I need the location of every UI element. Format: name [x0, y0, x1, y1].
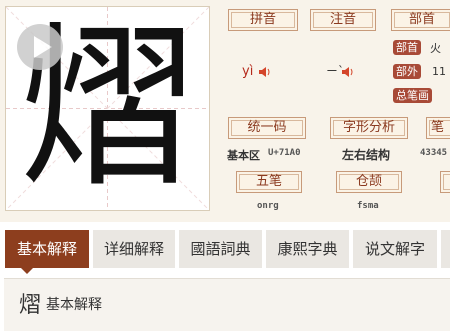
tab-shuowen[interactable]: 说文解字 — [353, 230, 437, 268]
speaker-icon[interactable] — [259, 67, 271, 77]
tab-detailed[interactable]: 详细解释 — [93, 230, 175, 268]
structure-label: 字形分析 — [330, 117, 408, 139]
pinyin-value: yì — [242, 64, 254, 79]
radical-label: 部首 — [391, 9, 450, 31]
tab-kangxi-dictionary[interactable]: 康熙字典 — [266, 230, 349, 268]
unicode-block: 基本区 — [227, 149, 260, 162]
stroke-order-label: 笔 — [426, 117, 450, 139]
pinyin-label: 拼音 — [228, 9, 298, 31]
cangjie-label: 仓颉 — [336, 171, 402, 193]
wubi-label: 五笔 — [236, 171, 302, 193]
stroke-order-value: 43345 — [420, 148, 448, 158]
speaker-icon[interactable] — [342, 67, 354, 77]
tab-bar: 基本解释 详细解释 國語詞典 康熙字典 说文解字 — [0, 222, 450, 275]
wubi-value: onrg — [257, 201, 279, 211]
radical-tag: 部首 — [393, 40, 421, 55]
total-strokes-tag: 总笔画 — [393, 88, 432, 103]
unicode-value: U+71A0 — [268, 148, 301, 158]
extra-label — [440, 171, 450, 193]
basic-explanation-section: 熠 基本解释 — [4, 278, 450, 331]
play-icon[interactable] — [17, 24, 63, 70]
active-tab-pointer — [21, 268, 33, 274]
outer-strokes-tag: 部外 — [393, 64, 421, 79]
tab-more[interactable] — [441, 230, 450, 268]
section-title: 基本解释 — [46, 297, 102, 313]
zhuyin-label: 注音 — [310, 9, 376, 31]
tab-guoyu-dictionary[interactable]: 國語詞典 — [179, 230, 262, 268]
tab-basic[interactable]: 基本解释 — [5, 230, 89, 268]
structure-value: 左右结构 — [342, 148, 391, 162]
character-display: 熠 — [5, 6, 210, 211]
cangjie-value: fsma — [357, 201, 379, 211]
unicode-label: 统一码 — [228, 117, 306, 139]
character-info-panel: 熠 拼音 注音 部首 yì ㄧˋ 部首 火 部外 11 总笔画 统一码 字形分析… — [0, 0, 450, 222]
outer-strokes-value: 11 — [432, 65, 446, 78]
section-character: 熠 — [19, 293, 42, 318]
radical-value: 火 — [430, 42, 441, 55]
